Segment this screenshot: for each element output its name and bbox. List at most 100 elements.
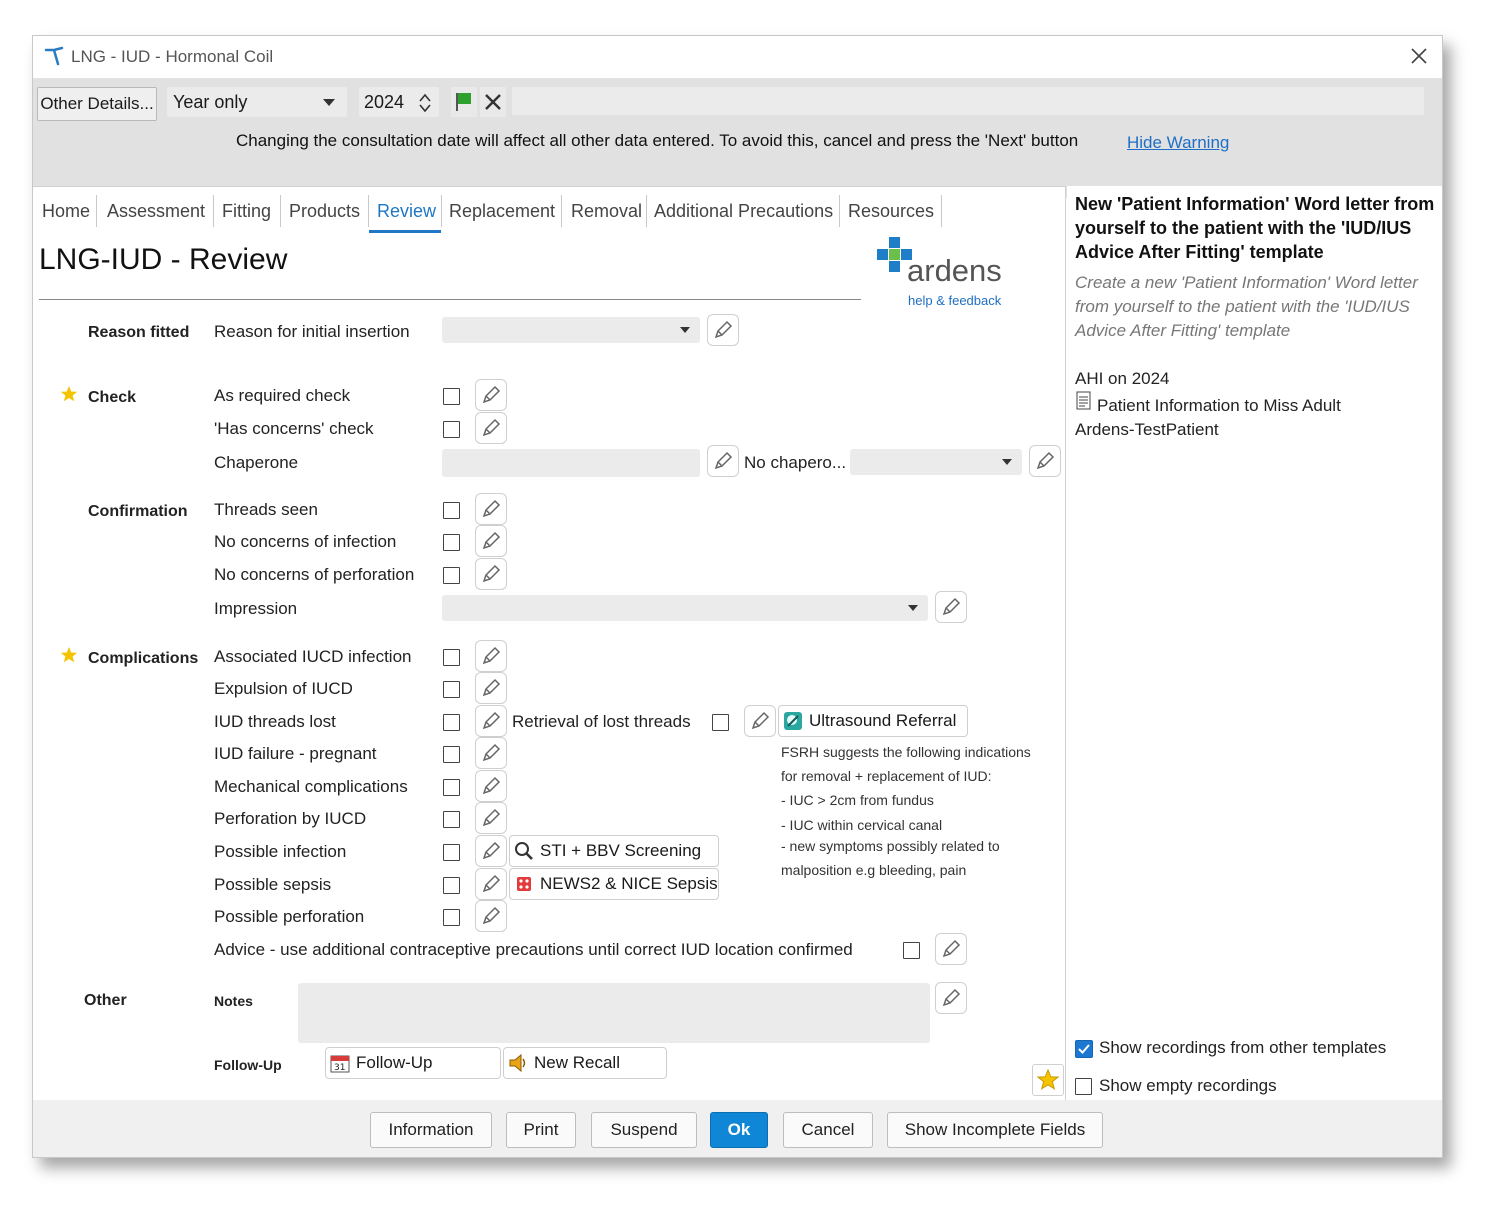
clear-date-button[interactable] bbox=[480, 87, 506, 117]
pencil-icon[interactable] bbox=[475, 868, 507, 900]
notes-field[interactable] bbox=[298, 983, 930, 1043]
date-toolbar: Other Details... Year only 2024 Changing… bbox=[33, 78, 1442, 198]
green-flag-button[interactable] bbox=[451, 87, 477, 117]
tab-replacement[interactable]: Replacement bbox=[449, 201, 555, 222]
as-required-label: As required check bbox=[214, 386, 351, 405]
pencil-icon[interactable] bbox=[707, 314, 739, 346]
retrieval-checkbox[interactable] bbox=[712, 714, 729, 731]
pencil-icon[interactable] bbox=[475, 493, 507, 525]
pencil-icon[interactable] bbox=[935, 591, 967, 623]
print-button[interactable]: Print bbox=[506, 1112, 576, 1148]
pencil-icon[interactable] bbox=[475, 900, 507, 932]
pencil-icon[interactable] bbox=[475, 379, 507, 411]
recall-icon bbox=[509, 1053, 526, 1073]
pencil-icon[interactable] bbox=[475, 558, 507, 590]
fsrh-note-line: malposition e.g bleeding, pain bbox=[781, 862, 967, 878]
tab-review[interactable]: Review bbox=[377, 201, 436, 222]
side-panel: New 'Patient Information' Word letter fr… bbox=[1067, 186, 1442, 1100]
template-window: LNG - IUD - Hormonal Coil Other Details.… bbox=[32, 35, 1443, 1158]
other-details-button[interactable]: Other Details... bbox=[37, 87, 157, 121]
sti-screening-button[interactable]: STI + BBV Screening bbox=[509, 835, 719, 867]
pencil-icon[interactable] bbox=[935, 982, 967, 1014]
new-recall-button[interactable]: New Recall bbox=[503, 1047, 667, 1079]
tab-additional-precautions[interactable]: Additional Precautions bbox=[654, 201, 833, 222]
impression-select[interactable] bbox=[442, 595, 928, 621]
threads-lost-checkbox[interactable] bbox=[443, 714, 460, 731]
show-other-checkbox[interactable] bbox=[1075, 1040, 1093, 1058]
show-empty-checkbox[interactable] bbox=[1075, 1078, 1092, 1095]
assoc-infection-checkbox[interactable] bbox=[443, 649, 460, 666]
footer-bar: Information Print Suspend Ok Cancel Show… bbox=[33, 1100, 1442, 1157]
news2-sepsis-button[interactable]: NEWS2 & NICE Sepsis bbox=[509, 868, 719, 900]
pencil-icon[interactable] bbox=[475, 705, 507, 737]
no-infection-checkbox[interactable] bbox=[443, 534, 460, 551]
help-feedback-link[interactable]: help & feedback bbox=[908, 293, 1001, 308]
pencil-icon[interactable] bbox=[744, 705, 776, 737]
pencil-icon[interactable] bbox=[475, 835, 507, 867]
tab-assessment[interactable]: Assessment bbox=[107, 201, 205, 222]
ok-button[interactable]: Ok bbox=[710, 1112, 768, 1148]
expulsion-checkbox[interactable] bbox=[443, 681, 460, 698]
active-tab-indicator bbox=[369, 230, 441, 233]
checkmark-icon bbox=[1078, 1044, 1090, 1054]
no-chaperone-select[interactable] bbox=[850, 449, 1022, 475]
no-infection-label: No concerns of infection bbox=[214, 532, 397, 551]
possible-sepsis-checkbox[interactable] bbox=[443, 877, 460, 894]
year-spinner[interactable]: 2024 bbox=[359, 87, 439, 117]
pencil-icon[interactable] bbox=[475, 802, 507, 834]
tab-divider bbox=[941, 195, 942, 227]
possible-sepsis-label: Possible sepsis bbox=[214, 875, 332, 894]
fsrh-note-line: - IUC > 2cm from fundus bbox=[781, 792, 934, 808]
favourite-star-button[interactable] bbox=[1032, 1064, 1064, 1096]
no-perforation-checkbox[interactable] bbox=[443, 567, 460, 584]
hide-warning-link[interactable]: Hide Warning bbox=[1127, 133, 1229, 153]
tab-products[interactable]: Products bbox=[289, 201, 360, 222]
pencil-icon[interactable] bbox=[475, 640, 507, 672]
perforation-by-checkbox[interactable] bbox=[443, 811, 460, 828]
possible-perforation-checkbox[interactable] bbox=[443, 909, 460, 926]
letter-heading[interactable]: New 'Patient Information' Word letter fr… bbox=[1075, 192, 1437, 264]
as-required-checkbox[interactable] bbox=[443, 388, 460, 405]
pencil-icon[interactable] bbox=[475, 525, 507, 557]
tab-resources[interactable]: Resources bbox=[848, 201, 934, 222]
tab-home[interactable]: Home bbox=[42, 201, 90, 222]
pencil-icon[interactable] bbox=[475, 737, 507, 769]
tab-divider bbox=[561, 195, 562, 227]
close-icon[interactable] bbox=[1411, 48, 1427, 64]
section-complications: Complications bbox=[88, 650, 199, 667]
patient-info-entry[interactable]: Patient Information to Miss Adult Ardens… bbox=[1075, 394, 1375, 442]
tab-fitting[interactable]: Fitting bbox=[222, 201, 271, 222]
chevron-down-icon bbox=[323, 99, 335, 106]
threads-seen-checkbox[interactable] bbox=[443, 502, 460, 519]
has-concerns-checkbox[interactable] bbox=[443, 421, 460, 438]
ultrasound-referral-button[interactable]: Ultrasound Referral bbox=[778, 705, 968, 737]
section-check: Check bbox=[88, 389, 137, 406]
advice-label: Advice - use additional contraceptive pr… bbox=[214, 940, 853, 959]
pencil-icon[interactable] bbox=[475, 672, 507, 704]
date-text-field[interactable] bbox=[512, 87, 1424, 115]
failure-checkbox[interactable] bbox=[443, 746, 460, 763]
cancel-button[interactable]: Cancel bbox=[783, 1112, 873, 1148]
possible-infection-checkbox[interactable] bbox=[443, 844, 460, 861]
possible-infection-label: Possible infection bbox=[214, 842, 347, 861]
pencil-icon[interactable] bbox=[707, 445, 739, 477]
pencil-icon[interactable] bbox=[935, 933, 967, 965]
reason-initial-select[interactable] bbox=[442, 317, 700, 343]
pencil-icon[interactable] bbox=[475, 412, 507, 444]
show-incomplete-button[interactable]: Show Incomplete Fields bbox=[887, 1112, 1103, 1148]
pencil-icon[interactable] bbox=[1029, 445, 1061, 477]
pencil-icon[interactable] bbox=[475, 770, 507, 802]
retrieval-label: Retrieval of lost threads bbox=[512, 712, 691, 731]
news2-icon bbox=[517, 877, 531, 891]
chaperone-field[interactable] bbox=[442, 449, 700, 477]
advice-checkbox[interactable] bbox=[903, 942, 920, 959]
follow-up-button[interactable]: 31 Follow-Up bbox=[325, 1047, 501, 1079]
date-mode-select[interactable]: Year only bbox=[167, 87, 347, 117]
mechanical-checkbox[interactable] bbox=[443, 779, 460, 796]
ahi-date: AHI on 2024 bbox=[1075, 369, 1170, 388]
tab-removal[interactable]: Removal bbox=[571, 201, 642, 222]
suspend-button[interactable]: Suspend bbox=[591, 1112, 697, 1148]
star-icon bbox=[1037, 1069, 1059, 1090]
spinner-arrows-icon[interactable] bbox=[419, 93, 431, 113]
information-button[interactable]: Information bbox=[370, 1112, 492, 1148]
